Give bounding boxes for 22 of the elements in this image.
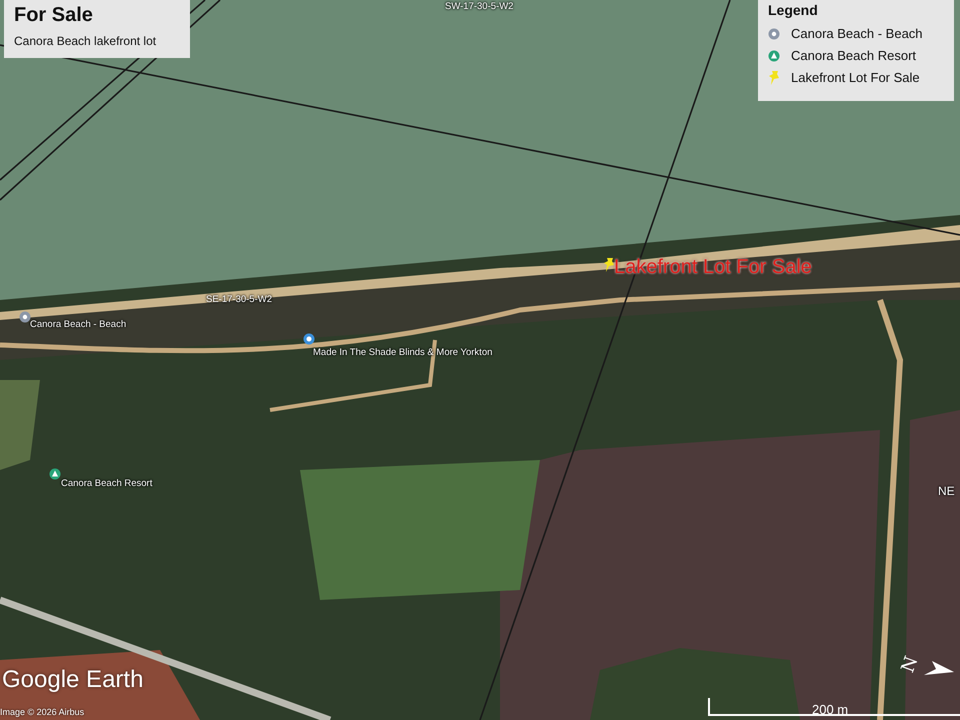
pushpin-icon [768, 70, 780, 86]
legend-label: Canora Beach - Beach [791, 25, 923, 44]
place-label: Canora Beach Resort [61, 477, 152, 491]
place-marker-icon [303, 333, 315, 345]
compass-letter: N [896, 652, 924, 677]
legend-label: Lakefront Lot For Sale [791, 69, 920, 88]
pushpin-icon [603, 257, 615, 273]
image-attribution: Image © 2026 Airbus [0, 706, 84, 719]
beach-marker-icon [768, 28, 780, 40]
scale-label: 200 m [812, 701, 848, 719]
legend-label: Canora Beach Resort [791, 47, 916, 66]
place-label: Canora Beach - Beach [30, 318, 126, 332]
panel-title: For Sale [14, 3, 94, 28]
campground-marker-icon [768, 50, 780, 62]
campground-marker-icon [49, 468, 61, 480]
beach-marker-icon [19, 311, 31, 323]
legend-title: Legend [768, 1, 819, 20]
panel-subtitle: Canora Beach lakefront lot [14, 33, 158, 50]
parcel-label: NE [938, 483, 955, 500]
parcel-label: SW-17-30-5-W2 [445, 0, 514, 14]
compass-arrow-icon [924, 661, 954, 675]
brand-logo-text: Google Earth [2, 665, 144, 695]
